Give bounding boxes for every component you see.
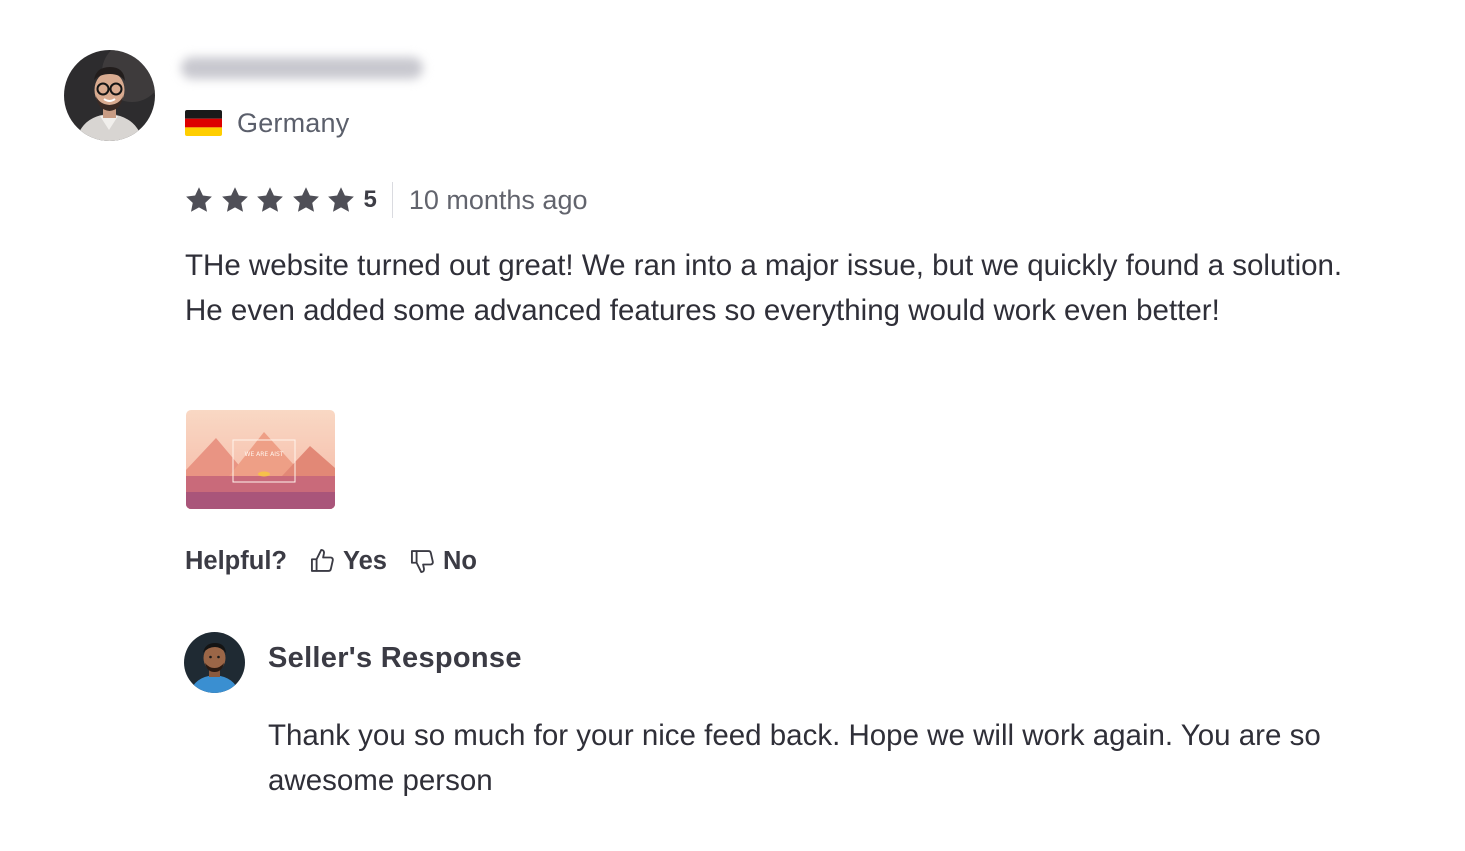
attachment-caption: WE ARE AIST (245, 451, 284, 458)
helpful-row: Helpful? Yes No (185, 541, 499, 581)
review-attachment-thumbnail[interactable]: WE ARE AIST (186, 410, 335, 509)
star-icon (291, 185, 321, 215)
seller-response-text: Thank you so much for your nice feed bac… (268, 719, 1321, 797)
star-icon (326, 185, 356, 215)
helpful-yes-button[interactable]: Yes (309, 547, 387, 576)
germany-flag-icon (185, 110, 222, 136)
star-icon (255, 185, 285, 215)
divider (391, 182, 393, 218)
star-rating (184, 185, 362, 215)
reviewer-name-redacted (181, 57, 423, 79)
star-icon (220, 185, 250, 215)
helpful-no-button[interactable]: No (409, 547, 477, 576)
rating-row: 5 10 months ago (184, 180, 587, 220)
helpful-no-label: No (442, 546, 477, 575)
country-name: Germany (237, 107, 350, 138)
helpful-label: Helpful? (185, 546, 287, 575)
review-time: 10 months ago (408, 184, 588, 215)
thumbs-up-icon (310, 548, 334, 572)
seller-response-title: Seller's Response (268, 642, 522, 674)
review-card: Germany 5 10 months ago THe website turn… (0, 0, 1465, 851)
rating-value: 5 (363, 186, 377, 213)
seller-avatar[interactable] (184, 632, 245, 693)
helpful-yes-label: Yes (343, 546, 387, 575)
review-text: THe website turned out great! We ran int… (185, 249, 1343, 327)
star-icon (184, 185, 214, 215)
reviewer-country: Germany (185, 106, 349, 140)
reviewer-avatar[interactable] (64, 50, 155, 141)
thumbs-down-icon (410, 550, 434, 574)
